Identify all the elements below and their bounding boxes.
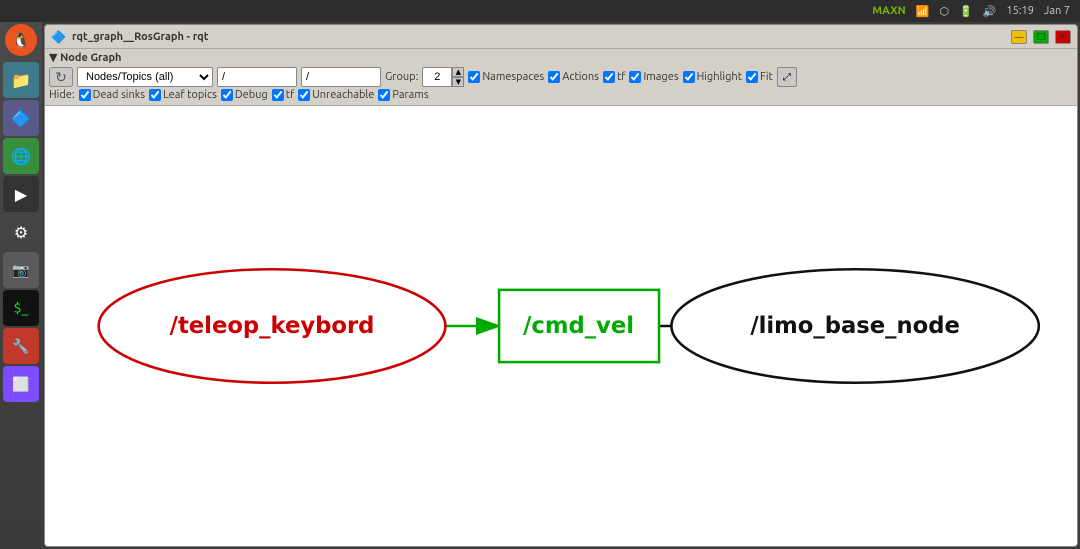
hide-label: Hide:: [49, 89, 75, 101]
dead-sinks-checkbox[interactable]: [79, 89, 91, 101]
tf2-checkbox-label[interactable]: tf: [272, 89, 295, 101]
nvidia-indicator: MAXN: [872, 5, 905, 17]
plugin-toolbar-area: ▼ Node Graph ↻ Nodes only Nodes/Topics (…: [45, 49, 1077, 106]
volume-icon: 🔊: [983, 5, 997, 18]
actions-checkbox[interactable]: [548, 71, 560, 83]
app-window-icon: 🔷: [51, 30, 66, 44]
node-cmdvel-label: /cmd_vel: [523, 313, 634, 339]
system-time: 15:19: [1006, 5, 1034, 17]
group-value-input[interactable]: 2: [422, 67, 452, 87]
toolbar-row-2: Hide: Dead sinks Leaf topics Debug tf: [49, 89, 1073, 101]
namespaces-checkbox[interactable]: [468, 71, 480, 83]
graph-canvas[interactable]: /teleop_keybord /cmd_vel /limo_base_node: [45, 106, 1077, 546]
app-window: 🔷 rqt_graph__RosGraph - rqt — □ ✕ ▼ Node…: [44, 24, 1078, 547]
group-spinbox: 2 ▲ ▼: [422, 67, 464, 87]
debug-checkbox[interactable]: [221, 89, 233, 101]
fit-checkbox[interactable]: [746, 71, 758, 83]
namespaces-checkbox-label[interactable]: Namespaces: [468, 71, 544, 83]
wifi-icon: 📶: [916, 5, 930, 18]
debug-checkbox-label[interactable]: Debug: [221, 89, 268, 101]
group-decrement-button[interactable]: ▼: [452, 77, 464, 87]
fit-view-button[interactable]: ⤢: [777, 67, 797, 87]
topic-filter-input[interactable]: [301, 67, 381, 87]
node-limo-label: /limo_base_node: [750, 313, 960, 339]
tf2-checkbox[interactable]: [272, 89, 284, 101]
system-date: Jan 7: [1044, 5, 1070, 17]
window-close-button[interactable]: ✕: [1055, 30, 1071, 44]
apps-sidebar-icon[interactable]: ⬜: [3, 366, 39, 402]
window-maximize-button[interactable]: □: [1033, 30, 1049, 44]
toolbar-row-1: ↻ Nodes only Nodes/Topics (active) Nodes…: [49, 67, 1073, 87]
settings-sidebar-icon[interactable]: ⚙: [3, 214, 39, 250]
unreachable-checkbox-label[interactable]: Unreachable: [298, 89, 374, 101]
fit-checkbox-label[interactable]: Fit: [746, 71, 773, 83]
app-title: rqt_graph__RosGraph - rqt: [72, 31, 1005, 43]
dead-sinks-checkbox-label[interactable]: Dead sinks: [79, 89, 146, 101]
system-bar: MAXN 📶 ⬡ 🔋 🔊 15:19 Jan 7: [0, 0, 1080, 22]
unreachable-checkbox[interactable]: [298, 89, 310, 101]
browser-sidebar-icon[interactable]: 🌐: [3, 138, 39, 174]
files-sidebar-icon[interactable]: 📁: [3, 62, 39, 98]
leaf-topics-checkbox[interactable]: [149, 89, 161, 101]
plugin-title: ▼ Node Graph: [49, 51, 1073, 64]
plugin-collapse-icon[interactable]: ▼: [49, 52, 57, 64]
ubuntu-launcher-icon[interactable]: 🐧: [5, 24, 37, 56]
params-checkbox-label[interactable]: Params: [378, 89, 428, 101]
group-increment-button[interactable]: ▲: [452, 67, 464, 77]
window-minimize-button[interactable]: —: [1011, 30, 1027, 44]
highlight-checkbox-label[interactable]: Highlight: [683, 71, 742, 83]
node-teleop-label: /teleop_keybord: [170, 313, 375, 339]
tf-checkbox[interactable]: [603, 71, 615, 83]
images-checkbox[interactable]: [629, 71, 641, 83]
refresh-button[interactable]: ↻: [49, 67, 73, 87]
params-checkbox[interactable]: [378, 89, 390, 101]
camera-sidebar-icon[interactable]: 📷: [3, 252, 39, 288]
group-label: Group:: [385, 71, 418, 83]
leaf-topics-checkbox-label[interactable]: Leaf topics: [149, 89, 217, 101]
ns-filter-input[interactable]: [217, 67, 297, 87]
graph-svg: /teleop_keybord /cmd_vel /limo_base_node: [45, 106, 1077, 546]
software-sidebar-icon[interactable]: 🔧: [3, 328, 39, 364]
application-sidebar: 🐧 📁 🔷 🌐 ▶ ⚙ 📷 $_ 🔧 ⬜: [0, 22, 42, 549]
images-checkbox-label[interactable]: Images: [629, 71, 678, 83]
bluetooth-icon: ⬡: [939, 5, 949, 18]
rqt-sidebar-icon[interactable]: 🔷: [3, 100, 39, 136]
view-mode-select[interactable]: Nodes only Nodes/Topics (active) Nodes/T…: [77, 67, 213, 87]
app-titlebar: 🔷 rqt_graph__RosGraph - rqt — □ ✕: [45, 25, 1077, 49]
actions-checkbox-label[interactable]: Actions: [548, 71, 599, 83]
battery-icon: 🔋: [959, 5, 973, 18]
terminal2-sidebar-icon[interactable]: $_: [3, 290, 39, 326]
highlight-checkbox[interactable]: [683, 71, 695, 83]
terminal-sidebar-icon[interactable]: ▶: [3, 176, 39, 212]
tf-checkbox-label[interactable]: tf: [603, 71, 626, 83]
